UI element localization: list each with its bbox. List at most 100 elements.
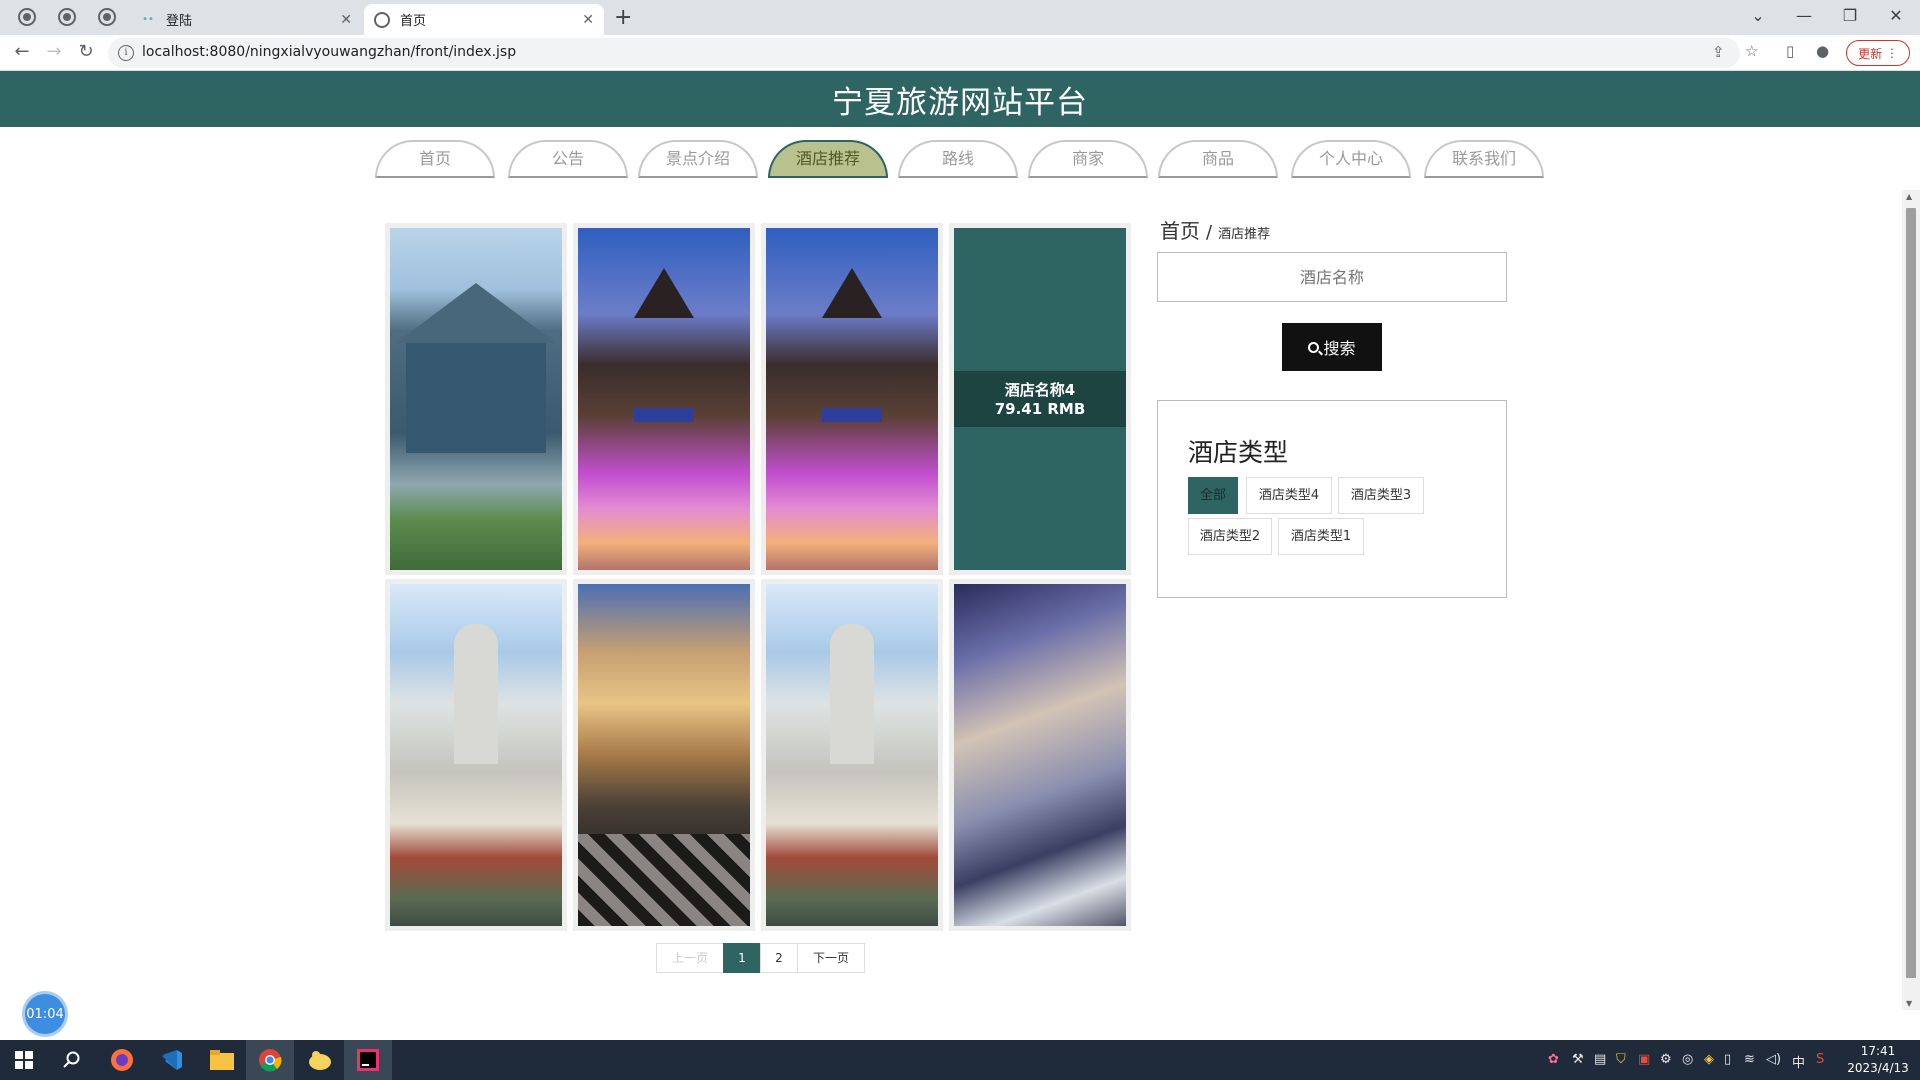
tray-shield-icon[interactable]: ⛉	[1616, 1052, 1626, 1067]
type-tag[interactable]: 酒店类型2	[1188, 518, 1272, 555]
volume-icon[interactable]: ◁)	[1766, 1052, 1781, 1067]
page-2-button[interactable]: 2	[760, 943, 798, 973]
restore-icon[interactable]: ❐	[1830, 2, 1870, 30]
browser-tab-home[interactable]: 首页 ✕	[364, 4, 604, 35]
hotel-card[interactable]	[761, 223, 943, 575]
address-bar[interactable]: i localhost:8080/ningxialvyouwangzhan/fr…	[108, 38, 1740, 68]
clock-date: 2023/4/13	[1847, 1061, 1909, 1075]
tray-app-icon[interactable]: ▤	[1594, 1052, 1606, 1067]
ime-indicator[interactable]: 中	[1792, 1052, 1805, 1071]
hotel-card[interactable]	[385, 223, 567, 575]
update-button[interactable]: 更新 ⋮	[1846, 40, 1910, 66]
file-explorer-icon[interactable]	[198, 1040, 246, 1080]
pinned-tab-icon[interactable]	[98, 8, 116, 26]
close-window-icon[interactable]: ✕	[1876, 2, 1916, 30]
tray-app-icon[interactable]: ⚒	[1572, 1052, 1584, 1067]
minimize-icon[interactable]: —	[1784, 2, 1824, 30]
tray-app-icon[interactable]: ▣	[1638, 1052, 1650, 1067]
tray-app-icon[interactable]: ⚙	[1660, 1052, 1672, 1067]
reload-icon[interactable]: ↻	[74, 41, 98, 62]
share-icon[interactable]: ⇪	[1712, 43, 1725, 61]
close-tab-icon[interactable]: ✕	[340, 12, 352, 28]
menu-item-merchants[interactable]: 商家	[1028, 140, 1148, 178]
search-icon	[1308, 341, 1320, 353]
tray-app-icon[interactable]: ◎	[1682, 1052, 1693, 1067]
new-tab-icon[interactable]: +	[614, 5, 632, 30]
hotel-card-hovered[interactable]: 酒店名称4 79.41 RMB	[949, 223, 1131, 575]
hotel-card[interactable]	[385, 579, 567, 931]
type-tag[interactable]: 酒店类型1	[1278, 518, 1364, 555]
forward-icon[interactable]: →	[42, 41, 66, 62]
battery-icon[interactable]: ▯	[1724, 1052, 1731, 1067]
bookmark-star-icon[interactable]: ☆	[1745, 42, 1758, 60]
menu-item-personal-center[interactable]: 个人中心	[1291, 140, 1411, 178]
menu-item-routes[interactable]: 路线	[898, 140, 1018, 178]
tray-app-icon[interactable]: ◈	[1704, 1052, 1714, 1067]
page-1-button[interactable]: 1	[723, 943, 761, 973]
menu-item-products[interactable]: 商品	[1158, 140, 1278, 178]
hotel-card[interactable]	[761, 579, 943, 931]
hotel-image[interactable]	[390, 228, 562, 570]
search-button-label: 搜索	[1323, 339, 1356, 358]
hotel-name-search-input[interactable]	[1157, 252, 1507, 302]
type-tag[interactable]: 酒店类型3	[1338, 477, 1424, 514]
hotel-overlay: 酒店名称4 79.41 RMB	[954, 228, 1126, 570]
side-panel-icon[interactable]: ▯	[1786, 42, 1794, 60]
hotel-card[interactable]	[573, 223, 755, 575]
intellij-icon[interactable]	[344, 1040, 392, 1080]
hotel-image[interactable]	[766, 228, 938, 570]
menu-item-attractions[interactable]: 景点介绍	[638, 140, 758, 178]
menu-item-home[interactable]: 首页	[375, 140, 495, 178]
app-yellow-icon[interactable]	[296, 1040, 344, 1080]
recording-timer[interactable]: 01:04	[22, 991, 68, 1037]
vscode-icon[interactable]	[148, 1040, 196, 1080]
pinned-tab-icon[interactable]	[18, 8, 36, 26]
scroll-up-icon[interactable]: ▲	[1906, 192, 1912, 201]
loading-dots-icon: ••	[142, 14, 154, 25]
back-icon[interactable]: ←	[10, 41, 34, 62]
menu-item-contact[interactable]: 联系我们	[1424, 140, 1544, 178]
menu-item-hotels[interactable]: 酒店推荐	[768, 140, 888, 178]
scroll-down-icon[interactable]: ▼	[1906, 999, 1912, 1008]
profile-icon[interactable]: ●	[1816, 42, 1829, 60]
windows-start-icon[interactable]	[0, 1040, 48, 1080]
breadcrumb-separator: /	[1206, 222, 1213, 243]
breadcrumb: 首页 / 酒店推荐	[1160, 215, 1270, 244]
system-clock[interactable]: 17:41 2023/4/13	[1840, 1043, 1916, 1077]
scrollbar-thumb[interactable]	[1906, 208, 1916, 978]
search-button[interactable]: 搜索	[1282, 323, 1382, 371]
hotel-type-filter: 酒店类型 全部 酒店类型4 酒店类型3 酒店类型2 酒店类型1	[1157, 400, 1507, 598]
site-info-icon[interactable]: i	[118, 45, 134, 61]
browser-tab-login[interactable]: •• 登陆 ✕	[130, 4, 362, 35]
tab-search-chevron-icon[interactable]: ⌄	[1738, 2, 1778, 30]
globe-icon	[374, 11, 390, 28]
prev-page-button[interactable]: 上一页	[656, 943, 724, 973]
main-menu: 首页 公告 景点介绍 酒店推荐 路线 商家 商品 个人中心 联系我们	[375, 140, 1545, 180]
chrome-icon[interactable]	[246, 1040, 294, 1080]
page-scrollbar[interactable]: ▲ ▼	[1902, 190, 1920, 1010]
breadcrumb-current: 酒店推荐	[1218, 227, 1271, 242]
breadcrumb-home[interactable]: 首页	[1160, 215, 1200, 244]
hotel-image[interactable]	[766, 584, 938, 926]
hotel-card[interactable]	[949, 579, 1131, 931]
search-icon[interactable]	[48, 1040, 96, 1080]
type-tag-all[interactable]: 全部	[1188, 477, 1238, 514]
hotel-image[interactable]: 酒店名称4 79.41 RMB	[954, 228, 1126, 570]
hotel-card[interactable]	[573, 579, 755, 931]
url-text[interactable]: localhost:8080/ningxialvyouwangzhan/fron…	[142, 44, 516, 60]
hotel-image[interactable]	[578, 584, 750, 926]
wifi-icon[interactable]: ≋	[1744, 1052, 1755, 1067]
hotel-image[interactable]	[390, 584, 562, 926]
hotel-image[interactable]	[578, 228, 750, 570]
tray-app-icon[interactable]: ✿	[1548, 1052, 1559, 1067]
hotel-image[interactable]	[954, 584, 1126, 926]
hotel-name: 酒店名称4	[1004, 381, 1076, 399]
close-tab-icon[interactable]: ✕	[582, 12, 594, 28]
sogou-input-icon[interactable]: S	[1816, 1052, 1824, 1067]
menu-item-notice[interactable]: 公告	[508, 140, 628, 178]
firefox-icon[interactable]	[98, 1040, 146, 1080]
next-page-button[interactable]: 下一页	[797, 943, 865, 973]
type-tag[interactable]: 酒店类型4	[1246, 477, 1332, 514]
pinned-tab-icon[interactable]	[58, 8, 76, 26]
update-label: 更新	[1858, 46, 1883, 61]
